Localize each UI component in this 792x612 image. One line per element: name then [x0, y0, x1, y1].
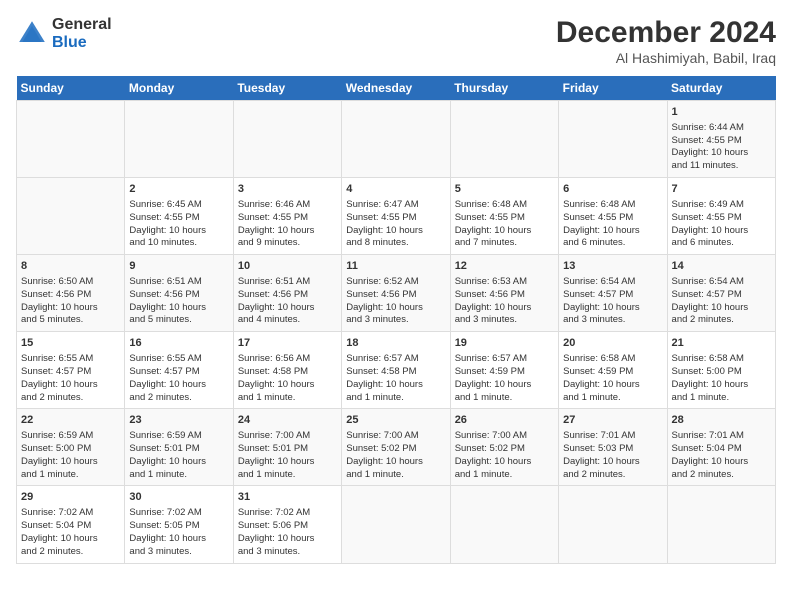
calendar-cell: 15Sunrise: 6:55 AMSunset: 4:57 PMDayligh…	[17, 332, 125, 409]
calendar-cell	[450, 101, 558, 178]
calendar-cell	[559, 486, 667, 563]
calendar-cell	[17, 101, 125, 178]
day-number: 31	[238, 490, 337, 505]
day-header-wednesday: Wednesday	[342, 76, 450, 101]
day-number: 20	[563, 336, 662, 351]
calendar-cell: 20Sunrise: 6:58 AMSunset: 4:59 PMDayligh…	[559, 332, 667, 409]
day-number: 17	[238, 336, 337, 351]
logo-text: General Blue	[52, 16, 112, 51]
logo: General Blue	[16, 16, 112, 51]
day-number: 1	[672, 105, 771, 120]
day-number: 12	[455, 259, 554, 274]
calendar-cell	[233, 101, 341, 178]
day-number: 19	[455, 336, 554, 351]
logo-blue: Blue	[52, 34, 112, 52]
header-row: SundayMondayTuesdayWednesdayThursdayFrid…	[17, 76, 776, 101]
week-row-2: 2Sunrise: 6:45 AMSunset: 4:55 PMDaylight…	[17, 178, 776, 255]
calendar-cell: 19Sunrise: 6:57 AMSunset: 4:59 PMDayligh…	[450, 332, 558, 409]
calendar-cell: 4Sunrise: 6:47 AMSunset: 4:55 PMDaylight…	[342, 178, 450, 255]
day-number: 23	[129, 413, 228, 428]
title-block: December 2024 Al Hashimiyah, Babil, Iraq	[556, 16, 776, 66]
day-number: 27	[563, 413, 662, 428]
day-number: 5	[455, 182, 554, 197]
calendar-cell: 30Sunrise: 7:02 AMSunset: 5:05 PMDayligh…	[125, 486, 233, 563]
day-number: 24	[238, 413, 337, 428]
day-header-saturday: Saturday	[667, 76, 775, 101]
calendar-cell: 11Sunrise: 6:52 AMSunset: 4:56 PMDayligh…	[342, 255, 450, 332]
calendar-cell: 22Sunrise: 6:59 AMSunset: 5:00 PMDayligh…	[17, 409, 125, 486]
day-number: 8	[21, 259, 120, 274]
week-row-1: 1Sunrise: 6:44 AMSunset: 4:55 PMDaylight…	[17, 101, 776, 178]
calendar-cell: 25Sunrise: 7:00 AMSunset: 5:02 PMDayligh…	[342, 409, 450, 486]
calendar-cell: 29Sunrise: 7:02 AMSunset: 5:04 PMDayligh…	[17, 486, 125, 563]
day-header-sunday: Sunday	[17, 76, 125, 101]
day-header-thursday: Thursday	[450, 76, 558, 101]
calendar-cell: 12Sunrise: 6:53 AMSunset: 4:56 PMDayligh…	[450, 255, 558, 332]
day-number: 4	[346, 182, 445, 197]
day-number: 18	[346, 336, 445, 351]
day-number: 21	[672, 336, 771, 351]
calendar-cell	[667, 486, 775, 563]
calendar-cell	[342, 101, 450, 178]
day-number: 11	[346, 259, 445, 274]
day-number: 10	[238, 259, 337, 274]
day-number: 3	[238, 182, 337, 197]
day-number: 7	[672, 182, 771, 197]
day-header-friday: Friday	[559, 76, 667, 101]
day-number: 28	[672, 413, 771, 428]
calendar-cell	[125, 101, 233, 178]
day-number: 6	[563, 182, 662, 197]
calendar-cell	[559, 101, 667, 178]
calendar-cell: 3Sunrise: 6:46 AMSunset: 4:55 PMDaylight…	[233, 178, 341, 255]
week-row-3: 8Sunrise: 6:50 AMSunset: 4:56 PMDaylight…	[17, 255, 776, 332]
calendar-cell: 9Sunrise: 6:51 AMSunset: 4:56 PMDaylight…	[125, 255, 233, 332]
day-number: 13	[563, 259, 662, 274]
calendar-cell: 1Sunrise: 6:44 AMSunset: 4:55 PMDaylight…	[667, 101, 775, 178]
calendar-cell: 24Sunrise: 7:00 AMSunset: 5:01 PMDayligh…	[233, 409, 341, 486]
calendar-cell: 14Sunrise: 6:54 AMSunset: 4:57 PMDayligh…	[667, 255, 775, 332]
calendar-cell: 17Sunrise: 6:56 AMSunset: 4:58 PMDayligh…	[233, 332, 341, 409]
location: Al Hashimiyah, Babil, Iraq	[556, 50, 776, 66]
day-number: 25	[346, 413, 445, 428]
calendar-cell: 8Sunrise: 6:50 AMSunset: 4:56 PMDaylight…	[17, 255, 125, 332]
logo-general: General	[52, 16, 112, 34]
day-number: 22	[21, 413, 120, 428]
calendar-cell: 21Sunrise: 6:58 AMSunset: 5:00 PMDayligh…	[667, 332, 775, 409]
header: General Blue December 2024 Al Hashimiyah…	[16, 16, 776, 66]
calendar-cell: 13Sunrise: 6:54 AMSunset: 4:57 PMDayligh…	[559, 255, 667, 332]
calendar-cell: 18Sunrise: 6:57 AMSunset: 4:58 PMDayligh…	[342, 332, 450, 409]
day-number: 2	[129, 182, 228, 197]
calendar-cell	[17, 178, 125, 255]
calendar-cell: 26Sunrise: 7:00 AMSunset: 5:02 PMDayligh…	[450, 409, 558, 486]
logo-icon	[16, 18, 48, 50]
day-number: 15	[21, 336, 120, 351]
day-number: 30	[129, 490, 228, 505]
week-row-6: 29Sunrise: 7:02 AMSunset: 5:04 PMDayligh…	[17, 486, 776, 563]
calendar-cell: 16Sunrise: 6:55 AMSunset: 4:57 PMDayligh…	[125, 332, 233, 409]
calendar-cell: 5Sunrise: 6:48 AMSunset: 4:55 PMDaylight…	[450, 178, 558, 255]
calendar-cell: 6Sunrise: 6:48 AMSunset: 4:55 PMDaylight…	[559, 178, 667, 255]
day-header-tuesday: Tuesday	[233, 76, 341, 101]
week-row-5: 22Sunrise: 6:59 AMSunset: 5:00 PMDayligh…	[17, 409, 776, 486]
calendar-table: SundayMondayTuesdayWednesdayThursdayFrid…	[16, 76, 776, 564]
day-number: 9	[129, 259, 228, 274]
calendar-cell: 7Sunrise: 6:49 AMSunset: 4:55 PMDaylight…	[667, 178, 775, 255]
day-number: 26	[455, 413, 554, 428]
day-header-monday: Monday	[125, 76, 233, 101]
day-number: 29	[21, 490, 120, 505]
day-number: 16	[129, 336, 228, 351]
calendar-cell: 28Sunrise: 7:01 AMSunset: 5:04 PMDayligh…	[667, 409, 775, 486]
calendar-cell: 10Sunrise: 6:51 AMSunset: 4:56 PMDayligh…	[233, 255, 341, 332]
calendar-cell: 31Sunrise: 7:02 AMSunset: 5:06 PMDayligh…	[233, 486, 341, 563]
calendar-cell: 27Sunrise: 7:01 AMSunset: 5:03 PMDayligh…	[559, 409, 667, 486]
calendar-cell	[450, 486, 558, 563]
calendar-cell: 23Sunrise: 6:59 AMSunset: 5:01 PMDayligh…	[125, 409, 233, 486]
month-title: December 2024	[556, 16, 776, 50]
day-number: 14	[672, 259, 771, 274]
week-row-4: 15Sunrise: 6:55 AMSunset: 4:57 PMDayligh…	[17, 332, 776, 409]
calendar-page: General Blue December 2024 Al Hashimiyah…	[0, 0, 792, 612]
calendar-cell: 2Sunrise: 6:45 AMSunset: 4:55 PMDaylight…	[125, 178, 233, 255]
calendar-cell	[342, 486, 450, 563]
